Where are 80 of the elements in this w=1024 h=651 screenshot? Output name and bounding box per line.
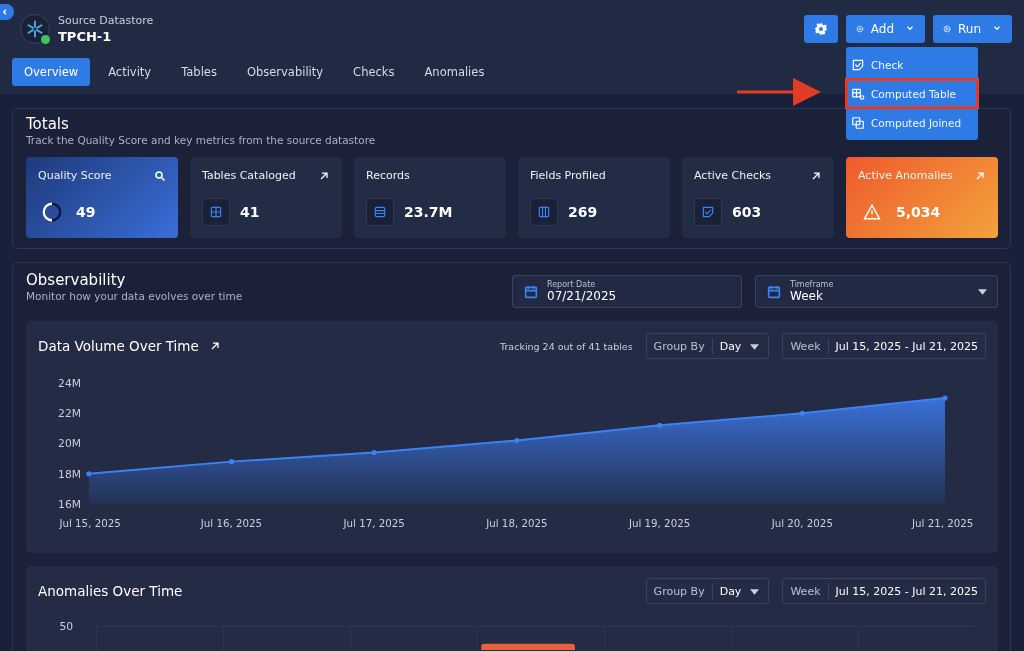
data-point: [514, 437, 520, 443]
arrow-up-right-icon[interactable]: [318, 169, 330, 182]
metric-value: 23.7M: [404, 204, 453, 220]
panel-title: Totals: [26, 115, 69, 133]
chart-title: Anomalies Over Time: [38, 583, 183, 599]
warning-icon: [863, 203, 881, 221]
axis-label: Jul 16, 2025: [200, 517, 263, 530]
data-point: [228, 459, 234, 465]
axis-label: 16M: [58, 497, 81, 511]
datastore-name: TPCH-1: [58, 29, 113, 44]
calendar-icon: [766, 283, 782, 300]
axis-label: 20M: [58, 437, 81, 451]
datastore-type: Source Datastore: [58, 14, 154, 27]
axis-label: Jul 15, 2025: [59, 517, 121, 530]
menu-item[interactable]: Check: [846, 50, 978, 79]
axis-label: 22M: [58, 407, 81, 421]
tab[interactable]: Anomalies: [412, 58, 497, 86]
tracking-note: Tracking 24 out of 41 tables: [500, 340, 633, 352]
settings-button[interactable]: [804, 15, 838, 43]
snowflake-icon: [26, 20, 44, 38]
metric-label: Records: [366, 169, 410, 182]
axis-label: Jul 20, 2025: [771, 517, 833, 530]
data-point: [942, 395, 948, 401]
group-by-select[interactable]: Group By Day: [645, 333, 770, 359]
settings-icon: [814, 22, 828, 36]
date-range-field[interactable]: Week Jul 15, 2025 - Jul 21, 2025: [782, 578, 986, 604]
menu-item[interactable]: Computed Joined: [846, 108, 978, 137]
rows-icon: [373, 205, 387, 219]
axis-label: 24M: [58, 376, 81, 390]
play-circle-icon: [943, 22, 951, 36]
chart-title: Data Volume Over Time: [38, 338, 199, 354]
panel-title: Observability: [26, 271, 126, 289]
metric-label: Active Anomalies: [858, 169, 953, 182]
panel-subtitle: Monitor how your data evolves over time: [26, 290, 243, 302]
metric-value: 5,034: [896, 204, 941, 220]
metric-label: Active Checks: [694, 169, 772, 182]
report-date-field[interactable]: Report Date 07/21/2025: [512, 275, 742, 308]
metric-value: 269: [568, 204, 598, 220]
menu-item[interactable]: Computed Table: [846, 79, 978, 108]
caret-down-icon: [978, 288, 987, 295]
metric-value: 41: [240, 204, 260, 220]
metric-value: 603: [732, 204, 762, 220]
axis-label: Jul 21, 2025: [912, 517, 974, 530]
axis-label: Jul 17, 2025: [343, 517, 405, 530]
add-button[interactable]: Add: [846, 15, 925, 43]
panel-subtitle: Track the Quality Score and key metrics from the source datastore: [26, 134, 377, 146]
tab[interactable]: Tables: [169, 58, 229, 86]
data-point: [657, 422, 663, 428]
metric-value: 49: [76, 204, 96, 220]
checkbox-icon: [701, 205, 715, 219]
tab[interactable]: Checks: [341, 58, 407, 86]
overlap-squares-icon: [851, 115, 865, 130]
calendar-icon: [523, 283, 539, 300]
data-point: [371, 450, 377, 456]
table-gear-icon: [851, 86, 865, 101]
axis-label: 18M: [58, 467, 81, 481]
caret-down-icon: [750, 588, 760, 595]
columns-icon: [537, 205, 551, 219]
run-button[interactable]: Run: [933, 15, 1012, 43]
score-ring-icon: [41, 201, 63, 223]
metric-label: Quality Score: [38, 169, 112, 182]
data-point: [86, 471, 92, 477]
search-icon: [154, 169, 166, 182]
tab[interactable]: Overview: [12, 58, 91, 86]
chevron-left-icon: [1, 8, 9, 16]
metric-label: Fields Profiled: [530, 169, 606, 182]
axis-label: Jul 19, 2025: [628, 517, 691, 530]
table-icon: [209, 205, 223, 219]
axis-label: Jul 18, 2025: [486, 517, 548, 530]
group-by-select[interactable]: Group By Day: [645, 578, 770, 604]
arrow-up-right-icon[interactable]: [810, 169, 822, 182]
metric-label: Tables Cataloged: [202, 169, 296, 182]
checkbox-icon: [851, 57, 865, 72]
timeframe-select[interactable]: Timeframe Week: [755, 275, 998, 308]
data-point: [799, 410, 805, 416]
axis-label: 50: [59, 620, 74, 633]
tab[interactable]: Observability: [234, 58, 336, 86]
tab[interactable]: Activity: [96, 58, 164, 86]
caret-down-icon: [750, 343, 760, 350]
date-range-field[interactable]: Week Jul 15, 2025 - Jul 21, 2025: [782, 333, 986, 359]
